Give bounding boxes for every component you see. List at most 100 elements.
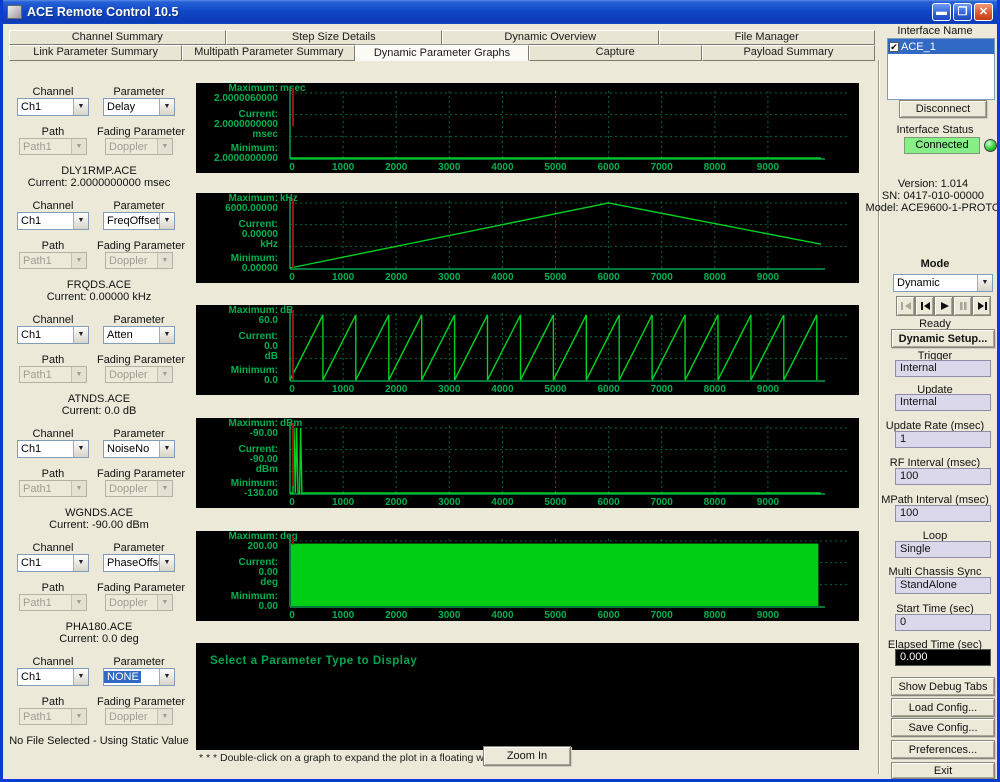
chevron-down-icon[interactable]: ▼	[73, 99, 88, 115]
checkbox-checked-icon[interactable]: ✔	[889, 42, 899, 52]
chevron-down-icon[interactable]: ▼	[977, 275, 992, 291]
chevron-down-icon[interactable]: ▼	[159, 441, 174, 457]
graph-panel-5[interactable]: Maximum:200.00Current:0.00degMinimum:0.0…	[196, 531, 859, 621]
tab-channel-summary[interactable]: Channel Summary	[9, 30, 226, 45]
chevron-down-icon: ▼	[157, 709, 172, 724]
chevron-down-icon[interactable]: ▼	[73, 669, 88, 685]
parameter-value: Delay	[104, 101, 159, 113]
rf-interval-msec--field[interactable]: 100	[895, 468, 991, 485]
start-time-sec--field[interactable]: 0	[895, 614, 991, 631]
channel-value: Ch1	[18, 671, 73, 683]
close-button-icon[interactable]: ✕	[974, 3, 993, 21]
tab-capture[interactable]: Capture	[529, 45, 702, 61]
show-debug-tabs-button[interactable]: Show Debug Tabs	[891, 677, 995, 696]
parameter-dropdown[interactable]: NoiseNo▼	[103, 440, 175, 458]
graph-panel-6[interactable]: Select a Parameter Type to Display	[196, 643, 859, 750]
parameter-dropdown[interactable]: Delay▼	[103, 98, 175, 116]
path-value: Path1	[20, 141, 71, 153]
graph-panel-3[interactable]: Maximum:60.0Current:0.0dBMinimum:0.0dB01…	[196, 305, 859, 395]
tab-dynamic-parameter-graphs[interactable]: Dynamic Parameter Graphs	[355, 45, 528, 61]
disconnect-button[interactable]: Disconnect	[899, 100, 987, 118]
channel-label: Channel	[17, 86, 89, 98]
minimize-button-icon[interactable]: ▬	[932, 3, 951, 21]
multi-chassis-sync-field[interactable]: StandAlone	[895, 577, 991, 594]
current-value-text: Current: 0.00000 kHz	[3, 291, 195, 303]
svg-text:9000: 9000	[757, 610, 780, 621]
svg-text:5000: 5000	[544, 610, 567, 621]
graph-panel-4[interactable]: Maximum:-90.00Current:-90.00dBmMinimum:-…	[196, 418, 859, 508]
path-value: Path1	[20, 597, 71, 609]
tab-step-size-details[interactable]: Step Size Details	[226, 30, 443, 45]
step-back-icon[interactable]	[915, 296, 934, 316]
svg-text:6000: 6000	[597, 272, 620, 283]
trigger-field[interactable]: Internal	[895, 360, 991, 377]
tab-file-manager[interactable]: File Manager	[659, 30, 876, 45]
svg-text:1000: 1000	[332, 162, 355, 173]
path-dropdown-disabled: Path1▼	[19, 252, 87, 269]
svg-text:9000: 9000	[757, 497, 780, 508]
load-config--button[interactable]: Load Config...	[891, 698, 995, 717]
loop-field[interactable]: Single	[895, 541, 991, 558]
channel-dropdown[interactable]: Ch1▼	[17, 668, 89, 686]
svg-text:7000: 7000	[651, 384, 674, 395]
parameter-dropdown[interactable]: PhaseOffset▼	[103, 554, 175, 572]
chevron-down-icon[interactable]: ▼	[159, 555, 174, 571]
device-info: Version: 1.014 SN: 0417-010-00000 Model:…	[863, 178, 1000, 214]
parameter-dropdown[interactable]: Atten▼	[103, 326, 175, 344]
preferences--button[interactable]: Preferences...	[891, 740, 995, 759]
svg-text:4000: 4000	[491, 162, 514, 173]
parameter-label: Parameter	[103, 656, 175, 668]
svg-text:1000: 1000	[332, 610, 355, 621]
svg-text:5000: 5000	[544, 384, 567, 395]
update-rate-msec--field[interactable]: 1	[895, 431, 991, 448]
tab-dynamic-overview[interactable]: Dynamic Overview	[442, 30, 659, 45]
chevron-down-icon[interactable]: ▼	[73, 441, 88, 457]
channel-dropdown[interactable]: Ch1▼	[17, 326, 89, 344]
maximize-button-icon[interactable]: ❒	[953, 3, 972, 21]
channel-dropdown[interactable]: Ch1▼	[17, 212, 89, 230]
fading-dropdown-disabled: Doppler▼	[105, 708, 173, 725]
parameter-value: FreqOffset	[104, 215, 159, 227]
parameter-dropdown[interactable]: NONE▼	[103, 668, 175, 686]
dynamic-setup-button[interactable]: Dynamic Setup...	[891, 329, 995, 348]
channel-dropdown[interactable]: Ch1▼	[17, 98, 89, 116]
parameter-group-4: ChannelParameterCh1▼NoiseNo▼PathFading P…	[3, 428, 195, 541]
svg-text:3000: 3000	[438, 272, 461, 283]
chevron-down-icon[interactable]: ▼	[159, 213, 174, 229]
fading-value: Doppler	[106, 369, 157, 381]
ace-file-name: FRQDS.ACE	[3, 279, 195, 291]
chevron-down-icon[interactable]: ▼	[159, 99, 174, 115]
chevron-down-icon[interactable]: ▼	[159, 669, 174, 685]
skip-end-icon[interactable]	[972, 296, 991, 316]
interface-list[interactable]: ✔ ACE_1	[887, 38, 995, 100]
svg-text:4000: 4000	[491, 272, 514, 283]
parameter-dropdown[interactable]: FreqOffset▼	[103, 212, 175, 230]
svg-text:6000: 6000	[597, 497, 620, 508]
graph-help-note: * * * Double-click on a graph to expand …	[199, 752, 511, 764]
mode-dropdown[interactable]: Dynamic ▼	[893, 274, 993, 292]
channel-dropdown[interactable]: Ch1▼	[17, 554, 89, 572]
svg-text:3000: 3000	[438, 610, 461, 621]
graph-panel-2[interactable]: Maximum:6000.00000Current:0.00000kHzMini…	[196, 193, 859, 283]
mpath-interval-msec--field[interactable]: 100	[895, 505, 991, 522]
zoom-in-button[interactable]: Zoom In	[483, 746, 571, 766]
interface-list-item[interactable]: ✔ ACE_1	[888, 39, 994, 54]
exit-button[interactable]: Exit	[891, 762, 995, 779]
chevron-down-icon[interactable]: ▼	[73, 555, 88, 571]
graph-panel-1[interactable]: Maximum:2.0000060000Current:2.0000000000…	[196, 83, 859, 173]
path-dropdown-disabled: Path1▼	[19, 594, 87, 611]
chevron-down-icon[interactable]: ▼	[73, 213, 88, 229]
tab-payload-summary[interactable]: Payload Summary	[702, 45, 875, 61]
update-field[interactable]: Internal	[895, 394, 991, 411]
tab-multipath-parameter-summary[interactable]: Multipath Parameter Summary	[182, 45, 355, 61]
svg-text:8000: 8000	[704, 497, 727, 508]
tab-link-parameter-summary[interactable]: Link Parameter Summary	[9, 45, 182, 61]
chevron-down-icon[interactable]: ▼	[159, 327, 174, 343]
save-config--button[interactable]: Save Config...	[891, 718, 995, 737]
play-icon[interactable]	[934, 296, 953, 316]
chevron-down-icon[interactable]: ▼	[73, 327, 88, 343]
svg-text:3000: 3000	[438, 162, 461, 173]
svg-text:0: 0	[289, 272, 295, 283]
channel-dropdown[interactable]: Ch1▼	[17, 440, 89, 458]
path-dropdown-disabled: Path1▼	[19, 138, 87, 155]
